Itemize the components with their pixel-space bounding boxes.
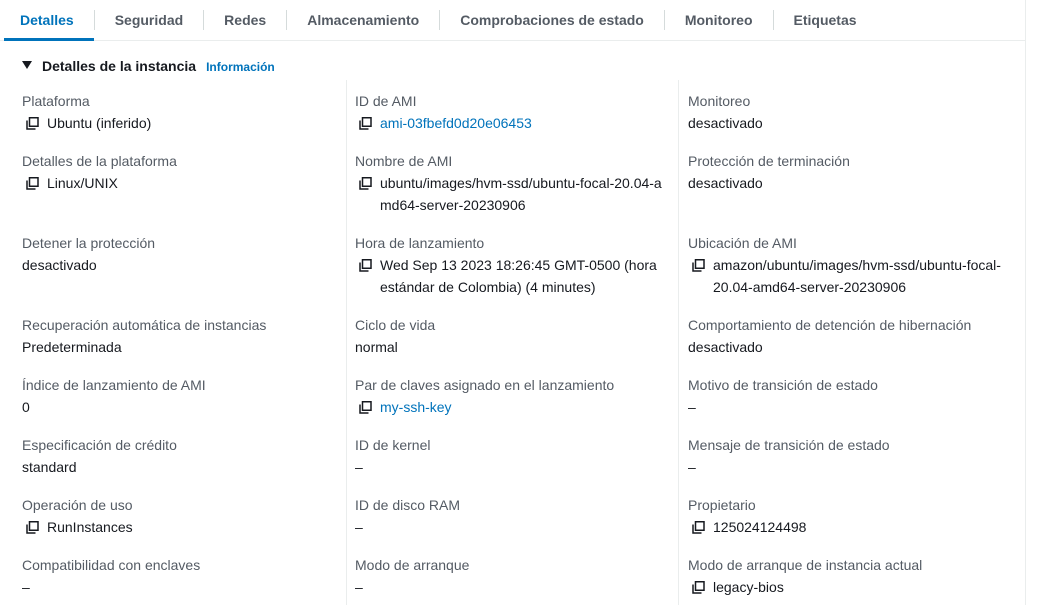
copy-icon[interactable] [26,516,40,538]
field-launch-time: Hora de lanzamiento Wed Sep 13 2023 18:2… [355,232,673,298]
field-state-reason: Motivo de transición de estado – [688,374,1006,418]
key-pair-link[interactable]: my-ssh-key [380,396,452,418]
field-label: Detener la protección [22,235,156,251]
field-label: ID de AMI [355,93,417,109]
field-label: Protección de terminación [688,153,850,169]
field-auto-recovery: Recuperación automática de instancias Pr… [22,314,340,358]
copy-icon[interactable] [692,516,706,538]
field-value: – [355,579,363,595]
field-value: standard [22,459,77,475]
field-label: Compatibilidad con enclaves [22,557,201,573]
field-value: – [688,459,696,475]
field-label: Ubicación de AMI [688,235,797,251]
caret-down-icon[interactable] [22,61,32,69]
tab-security[interactable]: Seguridad [95,0,203,40]
field-usage-operation: Operación de uso RunInstances [22,494,340,538]
field-lifecycle: Ciclo de vida normal [355,314,673,358]
tab-status-checks[interactable]: Comprobaciones de estado [440,0,664,40]
field-label: Propietario [688,497,756,513]
copy-icon[interactable] [26,172,40,194]
field-label: Monitoreo [688,93,751,109]
field-enclave: Compatibilidad con enclaves – [22,554,340,598]
field-key-pair: Par de claves asignado en el lanzamiento… [355,374,673,418]
field-ami-name: Nombre de AMI ubuntu/images/hvm-ssd/ubun… [355,150,673,216]
field-value: Predeterminada [22,339,122,355]
field-label: Recuperación automática de instancias [22,317,267,333]
copy-icon[interactable] [359,112,373,134]
field-label: Especificación de crédito [22,437,177,453]
field-value: – [22,579,30,595]
field-label: Operación de uso [22,497,133,513]
field-platform-details: Detalles de la plataforma Linux/UNIX [22,150,340,194]
field-value: – [688,399,696,415]
field-kernel-id: ID de kernel – [355,434,673,478]
field-value: Ubuntu (inferido) [47,115,152,131]
copy-icon[interactable] [359,396,373,418]
field-termination-protection: Protección de terminación desactivado [688,150,1006,194]
field-value: 0 [22,399,30,415]
field-credit-spec: Especificación de crédito standard [22,434,340,478]
field-label: Motivo de transición de estado [688,377,878,393]
field-label: Par de claves asignado en el lanzamiento [355,377,615,393]
copy-icon[interactable] [359,172,373,194]
section-header: Detalles de la instancia Información [22,58,275,74]
tab-details[interactable]: Detalles [0,0,94,41]
panel-border [1025,0,1026,605]
field-label: Modo de arranque [355,557,470,573]
field-label: Nombre de AMI [355,153,453,169]
section-title[interactable]: Detalles de la instancia [42,58,196,74]
field-value: amazon/ubuntu/images/hvm-ssd/ubuntu-foca… [713,257,1001,295]
info-link[interactable]: Información [206,60,275,74]
field-monitoring: Monitoreo desactivado [688,90,1006,134]
tab-storage[interactable]: Almacenamiento [287,0,439,40]
field-value: ubuntu/images/hvm-ssd/ubuntu-focal-20.04… [380,175,662,213]
field-owner: Propietario 125024124498 [688,494,1006,538]
field-current-boot-mode: Modo de arranque de instancia actual leg… [688,554,1006,598]
ami-id-link[interactable]: ami-03fbefd0d20e06453 [380,112,532,134]
field-value: – [355,519,363,535]
copy-icon[interactable] [692,576,706,598]
copy-icon[interactable] [359,254,373,276]
field-value: 125024124498 [713,519,807,535]
field-ami-id: ID de AMI ami-03fbefd0d20e06453 [355,90,673,134]
field-label: Comportamiento de detención de hibernaci… [688,317,972,333]
field-label: Hora de lanzamiento [355,235,485,251]
field-value: Wed Sep 13 2023 18:26:45 GMT-0500 (hora … [380,257,657,295]
column-divider [346,80,347,605]
field-value: – [355,459,363,475]
tab-monitoring[interactable]: Monitoreo [665,0,773,40]
field-value: Linux/UNIX [47,175,118,191]
field-label: Mensaje de transición de estado [688,437,890,453]
tab-tags[interactable]: Etiquetas [774,0,877,40]
copy-icon[interactable] [26,112,40,134]
field-value: desactivado [688,115,763,131]
field-ramdisk-id: ID de disco RAM – [355,494,673,538]
field-stop-protection: Detener la protección desactivado [22,232,340,276]
field-label: Índice de lanzamiento de AMI [22,377,206,393]
copy-icon[interactable] [692,254,706,276]
field-value: normal [355,339,398,355]
field-label: Detalles de la plataforma [22,153,177,169]
field-value: RunInstances [47,519,133,535]
field-boot-mode: Modo de arranque – [355,554,673,598]
field-label: Plataforma [22,93,90,109]
field-ami-launch-index: Índice de lanzamiento de AMI 0 [22,374,340,418]
field-label: ID de disco RAM [355,497,461,513]
field-label: Modo de arranque de instancia actual [688,557,923,573]
field-label: Ciclo de vida [355,317,436,333]
field-value: desactivado [688,339,763,355]
tab-bar: Detalles Seguridad Redes Almacenamiento … [0,0,1026,41]
column-divider [678,80,679,605]
field-value: desactivado [688,175,763,191]
field-value: legacy-bios [713,579,784,595]
field-ami-location: Ubicación de AMI amazon/ubuntu/images/hv… [688,232,1006,298]
field-hibernation: Comportamiento de detención de hibernaci… [688,314,1006,358]
field-platform: Plataforma Ubuntu (inferido) [22,90,340,134]
field-state-message: Mensaje de transición de estado – [688,434,1006,478]
field-value: desactivado [22,257,97,273]
field-label: ID de kernel [355,437,431,453]
tab-networking[interactable]: Redes [204,0,286,40]
